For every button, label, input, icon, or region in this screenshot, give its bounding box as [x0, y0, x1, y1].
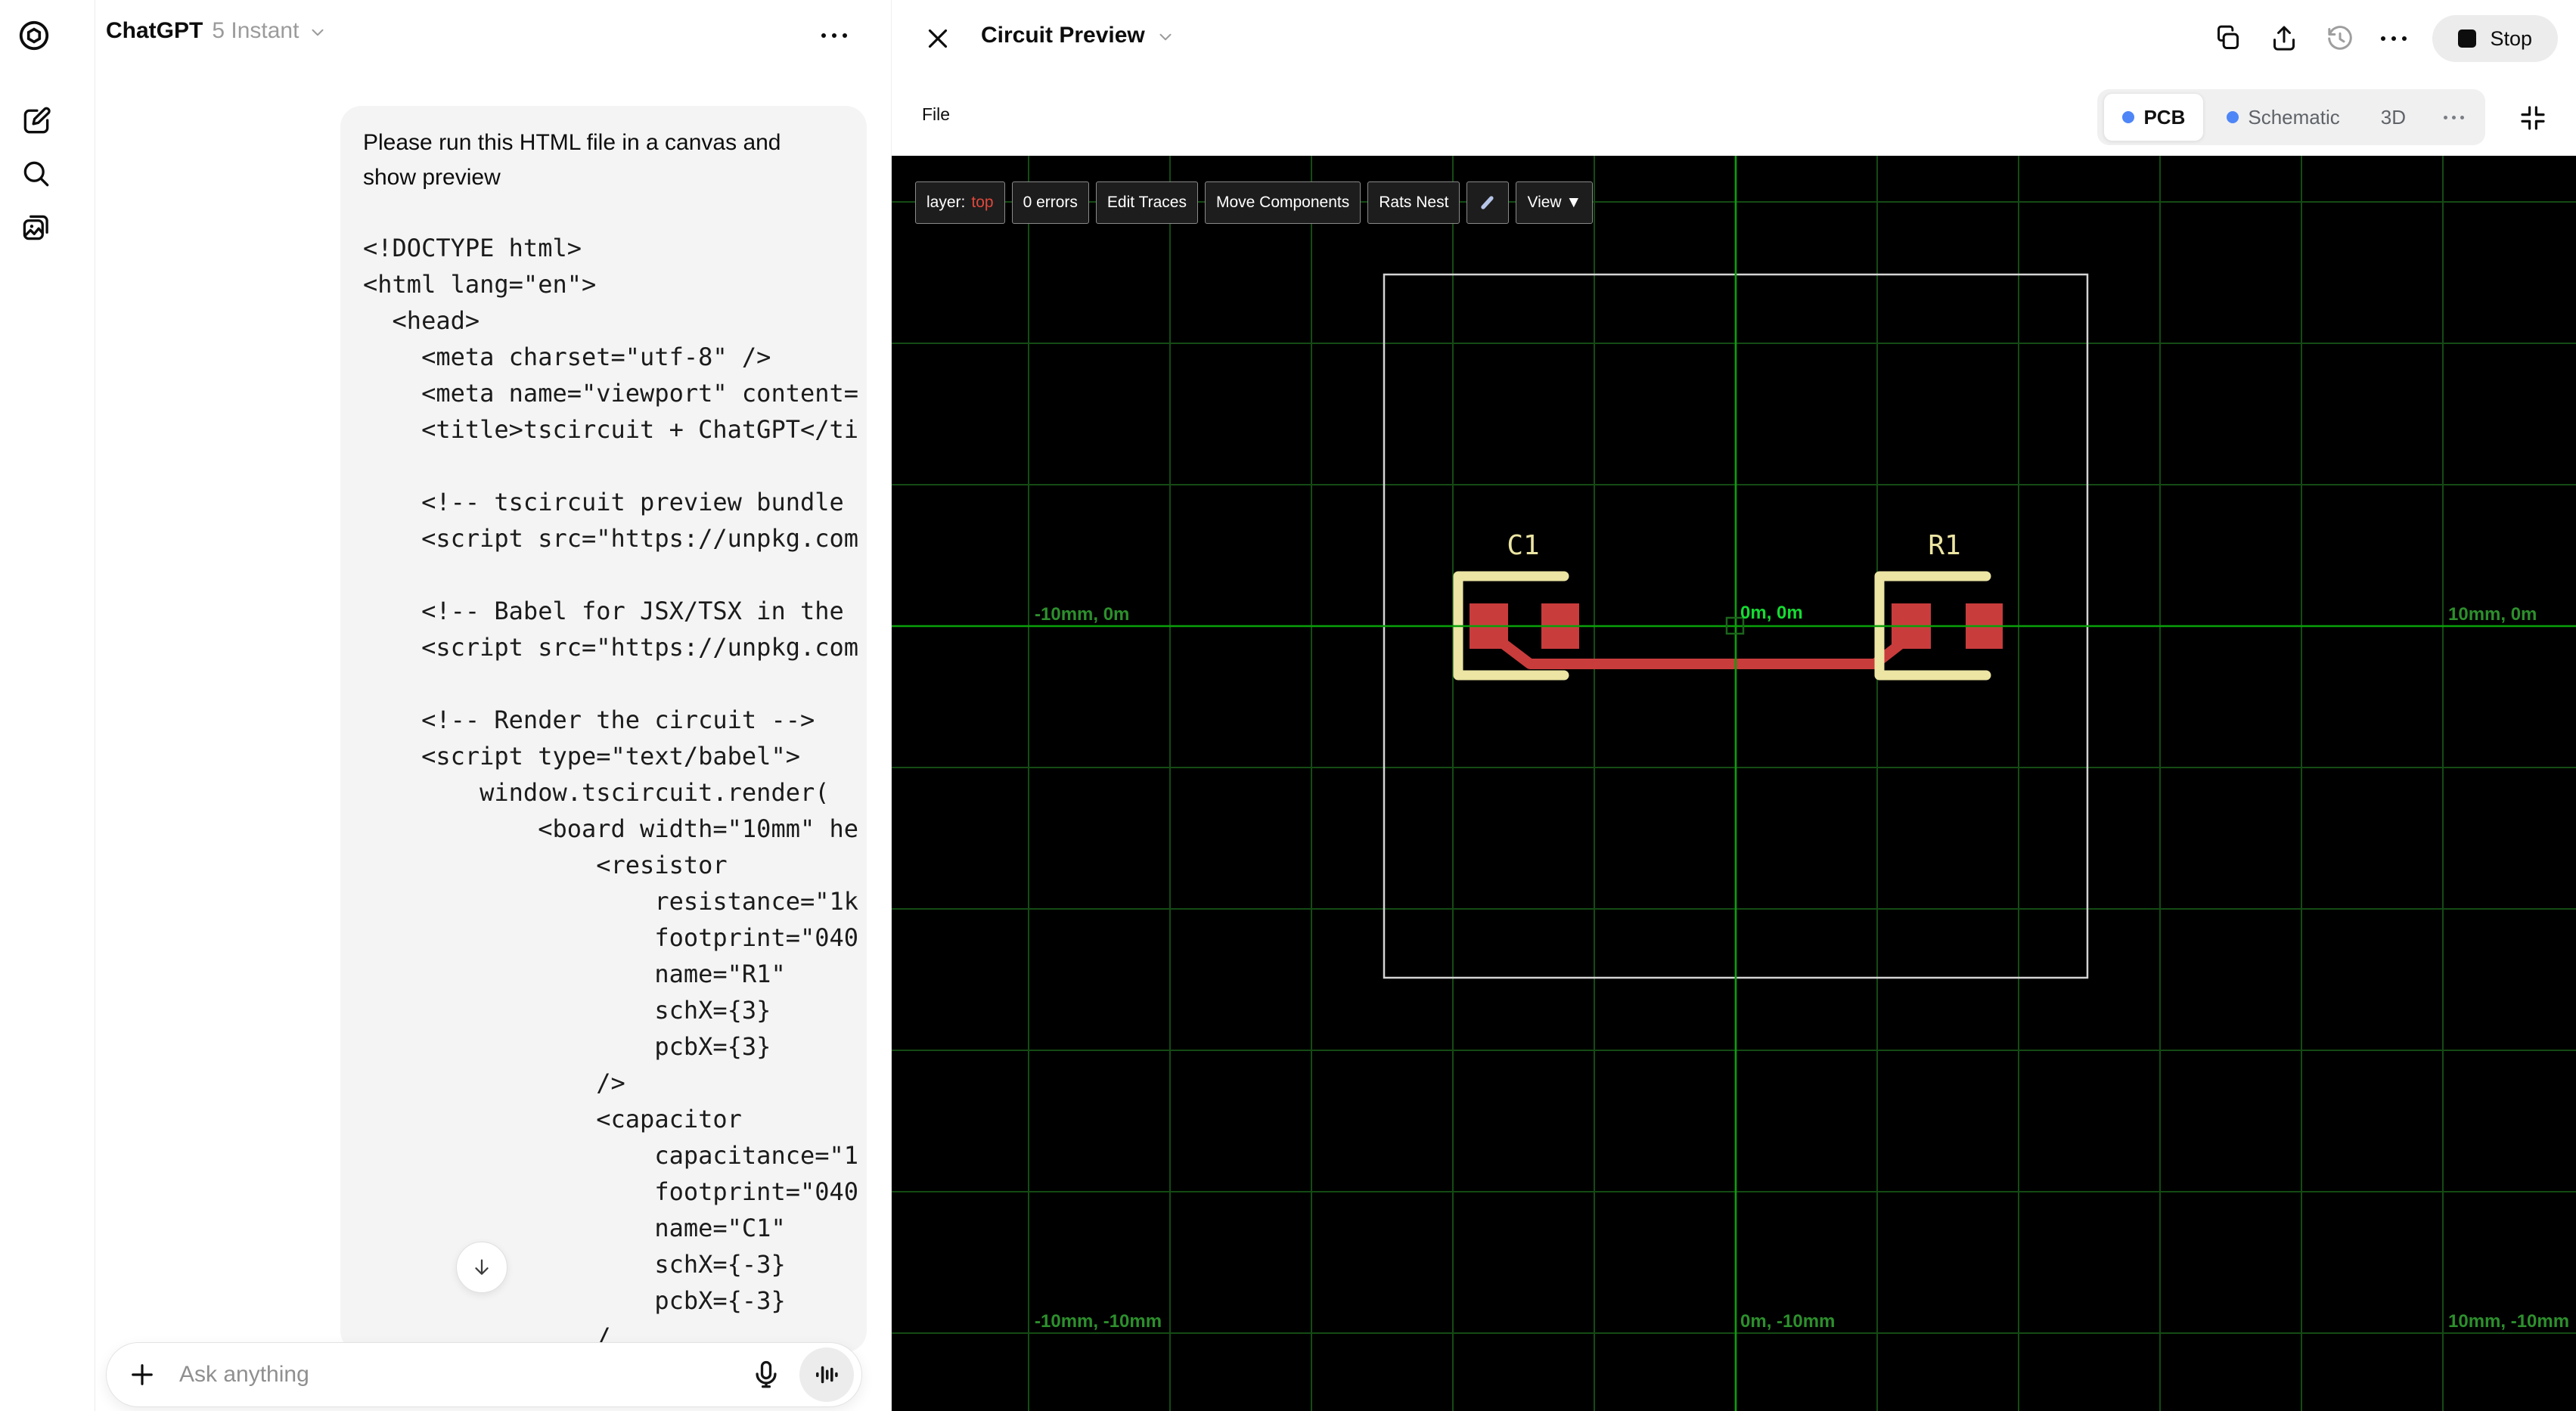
tab-schematic[interactable]: Schematic	[2208, 94, 2357, 141]
model-name: 5 Instant	[212, 18, 299, 43]
microphone-icon[interactable]	[750, 1358, 783, 1391]
stop-button[interactable]: Stop	[2432, 15, 2558, 62]
composer	[106, 1342, 862, 1407]
canvas-more-options-icon[interactable]	[2381, 36, 2407, 41]
move-components-button[interactable]: Move Components	[1204, 181, 1361, 224]
edit-traces-button[interactable]: Edit Traces	[1095, 181, 1198, 224]
user-message-bubble: Please run this HTML file in a canvas an…	[340, 106, 867, 1352]
rats-nest-button[interactable]: Rats Nest	[1367, 181, 1460, 224]
view-tabs: PCB Schematic 3D	[2097, 89, 2485, 145]
search-icon[interactable]	[20, 157, 53, 191]
pcb-coordinate-label: 0m, 0m	[1740, 603, 1803, 623]
canvas-title: Circuit Preview	[981, 23, 1145, 48]
waveform-icon	[816, 1366, 838, 1384]
pcb-status-dot	[2122, 111, 2135, 123]
app-title: ChatGPT	[106, 18, 203, 43]
share-icon[interactable]	[2269, 23, 2299, 54]
stop-square-icon	[2458, 29, 2477, 48]
chevron-down-icon	[308, 23, 327, 42]
pcb-drawing: C1 R1 -10mm, 0m 0m, 0m 10mm, 0m -10mm, -10mm 0…	[892, 156, 2576, 1411]
pcb-coordinate-label: -10mm, 0m	[1035, 604, 1129, 625]
arrow-down-icon	[475, 1259, 489, 1275]
chevron-down-icon	[1156, 27, 1175, 47]
view-dropdown-button[interactable]: View ▼	[1516, 181, 1594, 224]
history-icon[interactable]	[2325, 23, 2355, 54]
new-chat-icon[interactable]	[20, 104, 53, 138]
canvas-title-selector[interactable]: Circuit Preview	[981, 23, 1175, 48]
sidebar	[0, 0, 95, 1411]
tab-3d[interactable]: 3D	[2363, 94, 2424, 141]
pcb-coordinate-label: -10mm, -10mm	[1035, 1311, 1162, 1332]
tabs-more-icon[interactable]	[2429, 115, 2479, 119]
pcb-coordinate-label: 10mm, 0m	[2448, 604, 2537, 625]
copy-icon[interactable]	[2213, 23, 2243, 54]
pcb-canvas[interactable]: C1 R1 -10mm, 0m 0m, 0m 10mm, 0m -10mm, -10mm 0…	[892, 156, 2576, 1411]
chat-more-options-icon[interactable]	[821, 33, 847, 38]
user-message-text: Please run this HTML file in a canvas an…	[363, 130, 781, 190]
chat-input[interactable]	[178, 1361, 750, 1388]
pcb-toolbar: layer: top 0 errors Edit Traces Move Com…	[915, 181, 1594, 224]
voice-mode-button[interactable]	[799, 1347, 854, 1402]
pencil-tool-button[interactable]	[1466, 181, 1510, 224]
layer-button[interactable]: layer: top	[915, 181, 1005, 224]
pencil-icon	[1481, 196, 1494, 209]
scroll-to-bottom-button[interactable]	[456, 1242, 507, 1293]
canvas-menubar: File PCB Schematic 3D	[892, 77, 2576, 156]
library-icon[interactable]	[20, 210, 53, 243]
pcb-coordinate-label: 0m, -10mm	[1740, 1311, 1835, 1332]
pcb-component-label-R1: R1	[1928, 530, 1960, 561]
file-menu[interactable]: File	[922, 104, 950, 125]
openai-logo-icon	[17, 18, 51, 53]
chat-panel: ChatGPT 5 Instant Please run this HTML f…	[95, 0, 891, 1411]
model-selector[interactable]: ChatGPT 5 Instant	[106, 18, 327, 44]
pcb-coordinate-label: 10mm, -10mm	[2448, 1311, 2569, 1332]
schematic-status-dot	[2227, 111, 2239, 123]
user-message-code: <!DOCTYPE html> <html lang="en"> <head> …	[363, 234, 859, 1351]
canvas-panel: Circuit Preview Stop File PCB Schematic …	[891, 0, 2576, 1411]
collapse-icon[interactable]	[2517, 102, 2549, 134]
tab-pcb[interactable]: PCB	[2103, 93, 2205, 141]
errors-button[interactable]: 0 errors	[1011, 181, 1089, 224]
canvas-header: Circuit Preview Stop	[892, 0, 2576, 77]
close-icon[interactable]	[922, 23, 954, 54]
app-window: ChatGPT 5 Instant Please run this HTML f…	[0, 0, 2576, 1411]
attach-plus-icon[interactable]	[126, 1359, 158, 1391]
pcb-component-label-C1: C1	[1507, 530, 1539, 561]
